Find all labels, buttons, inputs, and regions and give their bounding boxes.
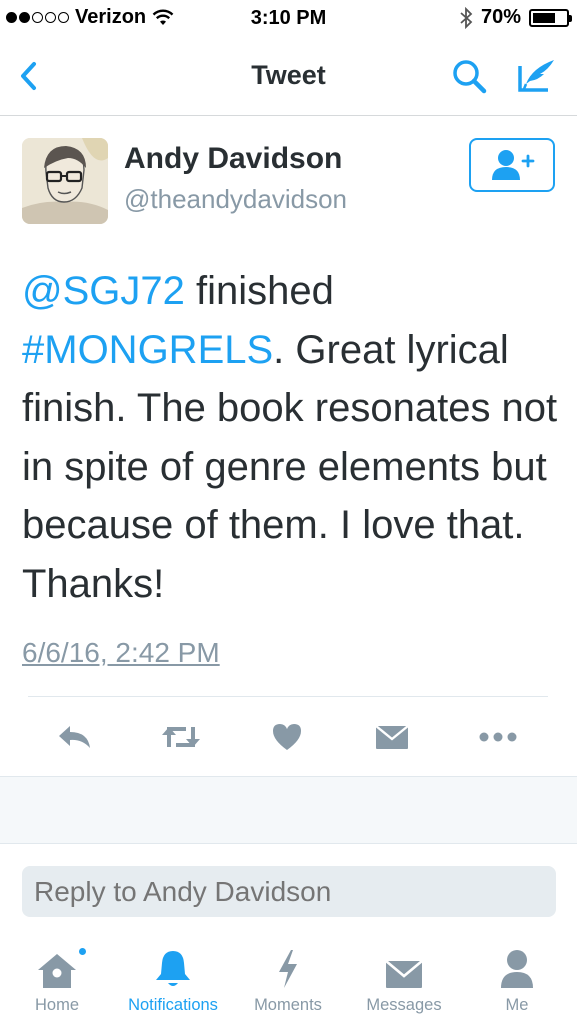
- avatar-illustration: [22, 138, 108, 224]
- follow-button[interactable]: [469, 138, 555, 192]
- hashtag-link[interactable]: #MONGRELS: [22, 328, 273, 372]
- bluetooth-icon: [460, 6, 473, 29]
- tweet-text: @SGJ72 finished #MONGRELS. Great lyrical…: [22, 262, 562, 613]
- more-button[interactable]: [475, 714, 521, 760]
- author-handle[interactable]: @theandydavidson: [124, 184, 347, 215]
- reply-input[interactable]: [22, 866, 556, 917]
- tab-label-home: Home: [34, 996, 79, 1014]
- tab-label-notifications: Notifications: [128, 996, 218, 1014]
- more-icon: [479, 732, 517, 742]
- reply-icon: [59, 726, 90, 748]
- search-icon[interactable]: [448, 56, 492, 96]
- tab-bar: Home Notifications Moments Messages Me: [0, 940, 577, 1024]
- add-user-icon: [492, 150, 535, 180]
- tab-label-messages: Messages: [366, 996, 442, 1014]
- author-name[interactable]: Andy Davidson: [124, 142, 342, 176]
- status-right: 70%: [459, 6, 572, 29]
- mention-link[interactable]: @SGJ72: [22, 269, 185, 313]
- direct-message-icon: [375, 725, 409, 749]
- retweet-button[interactable]: [158, 714, 204, 760]
- status-bar: Verizon 3:10 PM 70%: [0, 0, 577, 36]
- nav-bar: Tweet: [0, 36, 577, 116]
- tab-me[interactable]: Me: [494, 940, 540, 1024]
- battery-percent: 70%: [480, 6, 521, 28]
- tweet-timestamp[interactable]: 6/6/16, 2:42 PM: [22, 637, 220, 669]
- tab-messages[interactable]: Messages: [360, 940, 448, 1024]
- separator-band: [0, 776, 577, 844]
- compose-icon[interactable]: [514, 56, 560, 96]
- reply-button[interactable]: [52, 714, 98, 760]
- retweet-icon: [162, 727, 200, 747]
- envelope-icon: [385, 960, 423, 988]
- home-icon: [38, 954, 76, 988]
- profile-icon: [501, 950, 533, 988]
- lightning-icon: [279, 950, 297, 988]
- tab-notifications[interactable]: Notifications: [118, 940, 228, 1024]
- like-icon: [273, 724, 301, 750]
- tab-moments[interactable]: Moments: [247, 940, 329, 1024]
- battery-icon: [529, 8, 572, 27]
- tab-label-me: Me: [505, 996, 529, 1014]
- direct-message-button[interactable]: [369, 714, 415, 760]
- tab-home[interactable]: Home: [26, 940, 88, 1024]
- tweet-actions: [0, 710, 577, 764]
- like-button[interactable]: [264, 714, 310, 760]
- tweet-text-segment: finished: [184, 269, 334, 313]
- tab-label-moments: Moments: [254, 996, 322, 1014]
- divider: [28, 696, 548, 697]
- notification-badge-dot: [77, 946, 88, 957]
- bell-icon: [156, 951, 190, 986]
- avatar[interactable]: [22, 138, 108, 224]
